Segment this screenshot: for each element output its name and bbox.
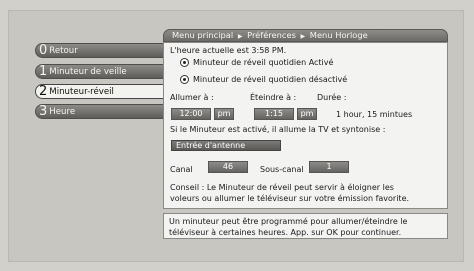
menu-item-number: 0 bbox=[39, 43, 48, 58]
off-time-field[interactable]: 1:15 bbox=[254, 108, 294, 120]
breadcrumb-main-menu[interactable]: Menu principal bbox=[172, 30, 233, 40]
channel-field[interactable]: 46 bbox=[208, 161, 248, 173]
radio-timer-off[interactable] bbox=[180, 75, 189, 84]
breadcrumb-clock-menu: Menu Horloge bbox=[309, 30, 368, 40]
duration-value: 1 hour, 15 mintues bbox=[336, 110, 413, 119]
subchannel-label: Sous-canal bbox=[260, 165, 304, 174]
duration-label: Durée : bbox=[317, 93, 347, 102]
breadcrumb-separator-icon: ▶ bbox=[237, 33, 243, 40]
radio-selected-dot bbox=[183, 78, 186, 81]
on-time-field[interactable]: 12:00 bbox=[171, 108, 211, 120]
off-time-label: Éteindre à : bbox=[250, 93, 297, 102]
on-time-label: Allumer à : bbox=[170, 93, 214, 102]
menu-item-time[interactable]: 3 Heure bbox=[35, 104, 164, 119]
menu-item-label: Heure bbox=[49, 107, 76, 117]
menu-item-number: 3 bbox=[39, 104, 48, 119]
menu-item-label: Minuteur de veille bbox=[49, 67, 127, 77]
breadcrumb-preferences[interactable]: Préférences bbox=[247, 30, 296, 40]
channel-label: Canal bbox=[170, 165, 193, 174]
menu-item-label: Minuteur-réveil bbox=[49, 87, 114, 97]
breadcrumb: Menu principal ▶ Préférences ▶ Menu Horl… bbox=[163, 29, 448, 42]
menu-item-label: Retour bbox=[49, 46, 78, 56]
help-line-2: téléviseur à certaines heures. App. sur … bbox=[169, 228, 402, 237]
radio-selected-dot bbox=[183, 61, 186, 64]
on-ampm-field[interactable]: pm bbox=[214, 108, 234, 120]
radio-timer-on-label: Minuteur de réveil quotidien Activé bbox=[193, 58, 334, 67]
menu-item-sleep-timer[interactable]: 1 Minuteur de veille bbox=[35, 64, 164, 79]
wake-timer-panel: L'heure actuelle est 3:58 PM. Minuteur d… bbox=[163, 42, 448, 209]
subchannel-field[interactable]: 1 bbox=[309, 161, 349, 173]
menu-item-number: 2 bbox=[39, 84, 48, 99]
menu-item-back[interactable]: 0 Retour bbox=[35, 43, 164, 58]
tip-line-2: voleurs ou allumer le téléviseur sur vot… bbox=[170, 194, 410, 203]
radio-timer-off-label: Minuteur de réveil quotidien désactivé bbox=[193, 75, 348, 84]
radio-timer-on[interactable] bbox=[180, 58, 189, 67]
current-time-text: L'heure actuelle est 3:58 PM. bbox=[170, 46, 287, 55]
off-ampm-field[interactable]: pm bbox=[297, 108, 317, 120]
timer-note-text: Si le Minuteur est activé, il allume la … bbox=[170, 125, 386, 134]
help-line-1: Un minuteur peut être programmé pour all… bbox=[169, 217, 408, 226]
help-box: Un minuteur peut être programmé pour all… bbox=[163, 213, 448, 239]
breadcrumb-separator-icon: ▶ bbox=[300, 33, 306, 40]
input-source-selector[interactable]: Entrée d'antenne bbox=[171, 140, 281, 151]
menu-item-wake-timer[interactable]: 2 Minuteur-réveil bbox=[35, 84, 164, 99]
tip-line-1: Conseil : Le Minuteur de réveil peut ser… bbox=[170, 183, 394, 192]
menu-item-number: 1 bbox=[39, 64, 48, 79]
